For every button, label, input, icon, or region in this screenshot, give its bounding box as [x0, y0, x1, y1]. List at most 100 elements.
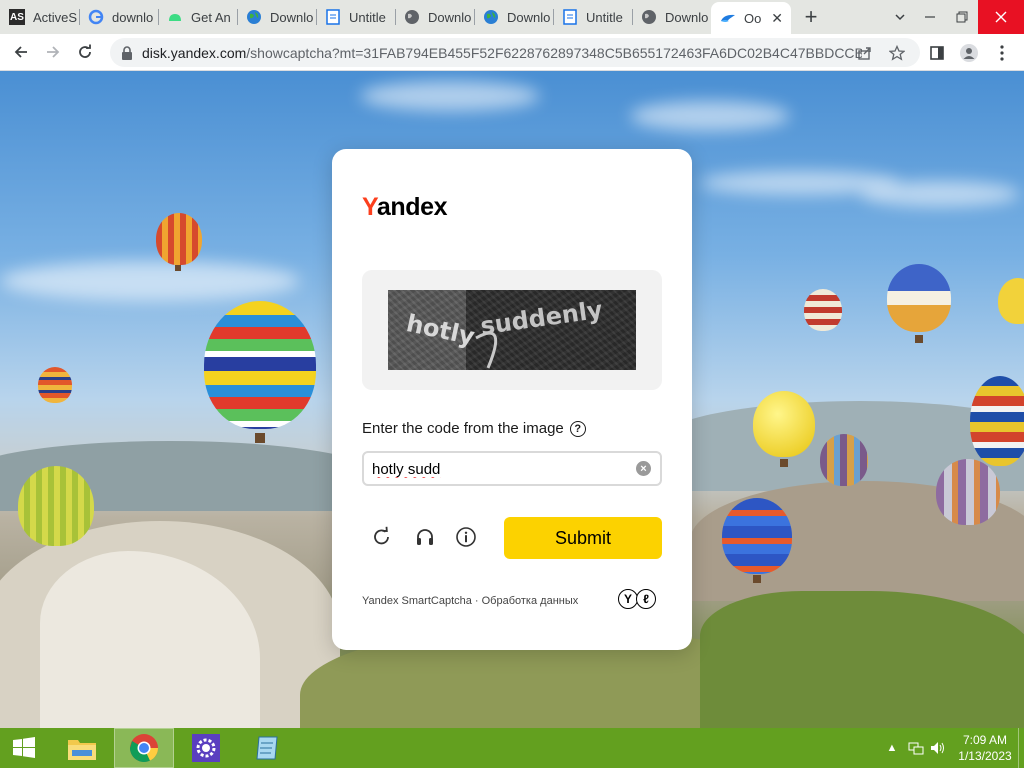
system-tray: ▲ 7:09 AM 1/13/2023 — [882, 728, 1024, 768]
clock-time: 7:09 AM — [962, 733, 1008, 747]
tab-title: Downlo — [507, 9, 551, 25]
back-button[interactable] — [5, 36, 37, 68]
captcha-image-frame: hotly suddenly — [362, 270, 662, 390]
share-icon[interactable] — [856, 44, 874, 62]
tab-7[interactable]: Untitle — [553, 0, 632, 34]
submit-button[interactable]: Submit — [504, 517, 662, 559]
windows-taskbar: ▲ 7:09 AM 1/13/2023 — [0, 728, 1024, 768]
balloon-decoration — [820, 434, 868, 486]
url-text[interactable]: disk.yandex.com/showcaptcha?mt=31FAB794E… — [142, 45, 862, 61]
settings-gear-icon[interactable] — [176, 728, 236, 768]
balloon-decoration — [936, 459, 1000, 525]
tab-title: Oops — [744, 10, 762, 26]
globe-icon — [246, 9, 262, 25]
tab-title: Downlo — [665, 9, 709, 25]
tab-8[interactable]: Downlo — [632, 0, 711, 34]
balloon-decoration — [970, 376, 1024, 466]
smartcaptcha-logo-y: Y — [618, 589, 638, 609]
balloon-basket — [780, 459, 788, 467]
page-background: Yandex hotly suddenly Enter the code fro… — [0, 71, 1024, 728]
doc-icon — [562, 9, 578, 25]
new-tab-button[interactable]: + — [791, 0, 831, 34]
tab-active[interactable]: Oops ✕ — [711, 2, 791, 34]
show-desktop-button[interactable] — [1018, 728, 1024, 768]
reload-button[interactable] — [69, 36, 101, 68]
show-hidden-icons-icon[interactable]: ▲ — [882, 738, 902, 758]
balloon-decoration — [887, 264, 951, 332]
captcha-image: hotly suddenly — [388, 290, 636, 370]
balloon-decoration — [998, 278, 1024, 324]
tab-1[interactable]: downlo — [79, 0, 158, 34]
side-panel-icon[interactable] — [921, 37, 953, 69]
minimize-icon[interactable] — [914, 0, 946, 34]
balloon-basket — [255, 433, 265, 443]
tab-4[interactable]: Untitle — [316, 0, 395, 34]
tab-strip: AS ActiveS downlo Get An Downlo Untitle … — [0, 0, 1024, 34]
balloon-basket — [753, 575, 761, 583]
profile-avatar[interactable] — [953, 37, 985, 69]
tab-0[interactable]: AS ActiveS — [0, 0, 79, 34]
refresh-captcha-icon[interactable] — [370, 525, 394, 549]
captcha-card: Yandex hotly suddenly Enter the code fro… — [332, 149, 692, 650]
system-clock[interactable]: 7:09 AM 1/13/2023 — [952, 732, 1018, 764]
chrome-icon[interactable] — [114, 728, 174, 768]
captcha-prompt-text: Enter the code from the image — [362, 420, 564, 437]
balloon-decoration — [204, 301, 316, 429]
captcha-prompt: Enter the code from the image ? — [362, 420, 586, 437]
menu-kebab-icon[interactable] — [986, 37, 1018, 69]
network-icon[interactable] — [906, 738, 926, 758]
globe-gray-icon — [404, 9, 420, 25]
yandex-logo-rest: andex — [376, 193, 448, 221]
as-icon: AS — [9, 9, 25, 25]
tab-2[interactable]: Get An — [158, 0, 237, 34]
close-tab-icon[interactable]: ✕ — [771, 10, 783, 27]
help-icon[interactable]: ? — [569, 420, 586, 437]
captcha-input-wrapper: × — [362, 451, 662, 486]
file-explorer-icon[interactable] — [52, 728, 112, 768]
balloon-basket — [175, 265, 181, 271]
smartcaptcha-footer[interactable]: Yandex SmartCaptcha · Обработка данных — [362, 595, 578, 607]
tab-title: Downlo — [428, 9, 472, 25]
balloon-decoration — [18, 466, 94, 546]
captcha-input[interactable] — [372, 459, 632, 479]
balloon-decoration — [722, 498, 792, 574]
cloud-decoration — [630, 101, 790, 131]
restore-icon[interactable] — [946, 0, 978, 34]
start-button[interactable] — [0, 728, 48, 768]
tab-6[interactable]: Downlo — [474, 0, 553, 34]
yandex-disk-icon — [720, 10, 736, 26]
globe-icon — [483, 9, 499, 25]
yandex-logo: Yandex — [362, 193, 448, 222]
tab-5[interactable]: Downlo — [395, 0, 474, 34]
smartcaptcha-logo-l: ℓ — [636, 589, 656, 609]
trees-decoration — [700, 591, 1024, 728]
clear-input-icon[interactable]: × — [636, 461, 651, 476]
cloud-decoration — [0, 261, 300, 301]
window-close-icon[interactable] — [978, 0, 1024, 34]
info-icon[interactable] — [454, 525, 478, 549]
doc-icon — [325, 9, 341, 25]
lock-icon[interactable] — [120, 45, 134, 60]
audio-captcha-icon[interactable] — [413, 525, 437, 549]
forward-button[interactable] — [37, 36, 69, 68]
tab-title: Get An — [191, 9, 231, 25]
url-path: /showcaptcha?mt=31FAB794EB455F52F6228762… — [246, 44, 862, 61]
balloon-decoration — [38, 367, 72, 403]
tab-title: Untitle — [349, 9, 386, 25]
captcha-strike-line — [475, 331, 498, 369]
tab-search-icon[interactable] — [884, 0, 916, 34]
tab-title: downlo — [112, 9, 154, 25]
notepad-icon[interactable] — [238, 728, 298, 768]
browser-toolbar: disk.yandex.com/showcaptcha?mt=31FAB794E… — [0, 34, 1024, 71]
tab-3[interactable]: Downlo — [237, 0, 316, 34]
address-bar[interactable]: disk.yandex.com/showcaptcha?mt=31FAB794E… — [110, 38, 920, 67]
balloon-decoration — [804, 289, 842, 331]
google-icon — [88, 9, 104, 25]
yandex-logo-y: Y — [362, 193, 377, 221]
balloon-decoration — [156, 213, 202, 265]
bookmark-star-icon[interactable] — [888, 44, 906, 62]
volume-icon[interactable] — [928, 738, 948, 758]
clock-date: 1/13/2023 — [958, 749, 1012, 763]
globe-gray-icon — [641, 9, 657, 25]
balloon-decoration — [753, 391, 815, 457]
